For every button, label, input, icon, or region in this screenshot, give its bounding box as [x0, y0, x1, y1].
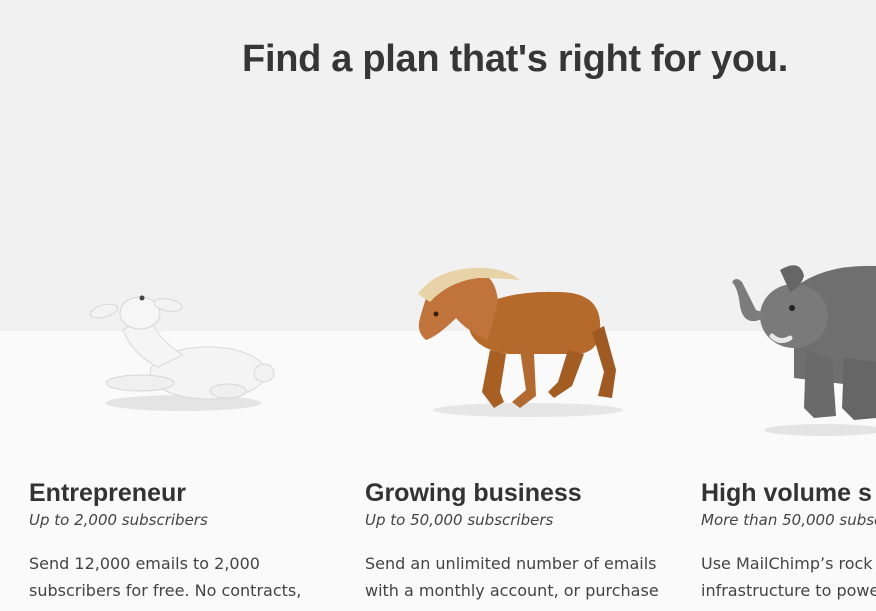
plan-name: Entrepreneur: [29, 479, 186, 507]
plan-name: Growing business: [365, 479, 582, 507]
page-title: Find a plan that's right for you.: [242, 38, 788, 80]
plan-description: Use MailChimp’s rock so infrastructure t…: [701, 554, 876, 600]
plan-name: High volume s: [701, 479, 872, 507]
elephant-figurine-icon: [724, 258, 876, 438]
plan-subscriber-limit: More than 50,000 subscr: [701, 511, 876, 529]
plan-growing-business: Growing business Up to 50,000 subscriber…: [365, 478, 675, 604]
horse-figurine-icon: [408, 262, 628, 422]
plan-description: Send an unlimited number of emails with …: [365, 554, 659, 600]
pricing-page: Find a plan that's right for you. Entrep…: [0, 0, 876, 611]
plan-high-volume: High volume s More than 50,000 subscr Us…: [701, 478, 876, 604]
plan-description: Send 12,000 emails to 2,000 subscribers …: [29, 554, 302, 611]
plan-subscriber-limit: Up to 50,000 subscribers: [365, 511, 554, 529]
plan-subscriber-limit: Up to 2,000 subscribers: [29, 511, 208, 529]
lamb-figurine-icon: [88, 285, 278, 415]
plan-entrepreneur: Entrepreneur Up to 2,000 subscribers Sen…: [29, 478, 339, 611]
